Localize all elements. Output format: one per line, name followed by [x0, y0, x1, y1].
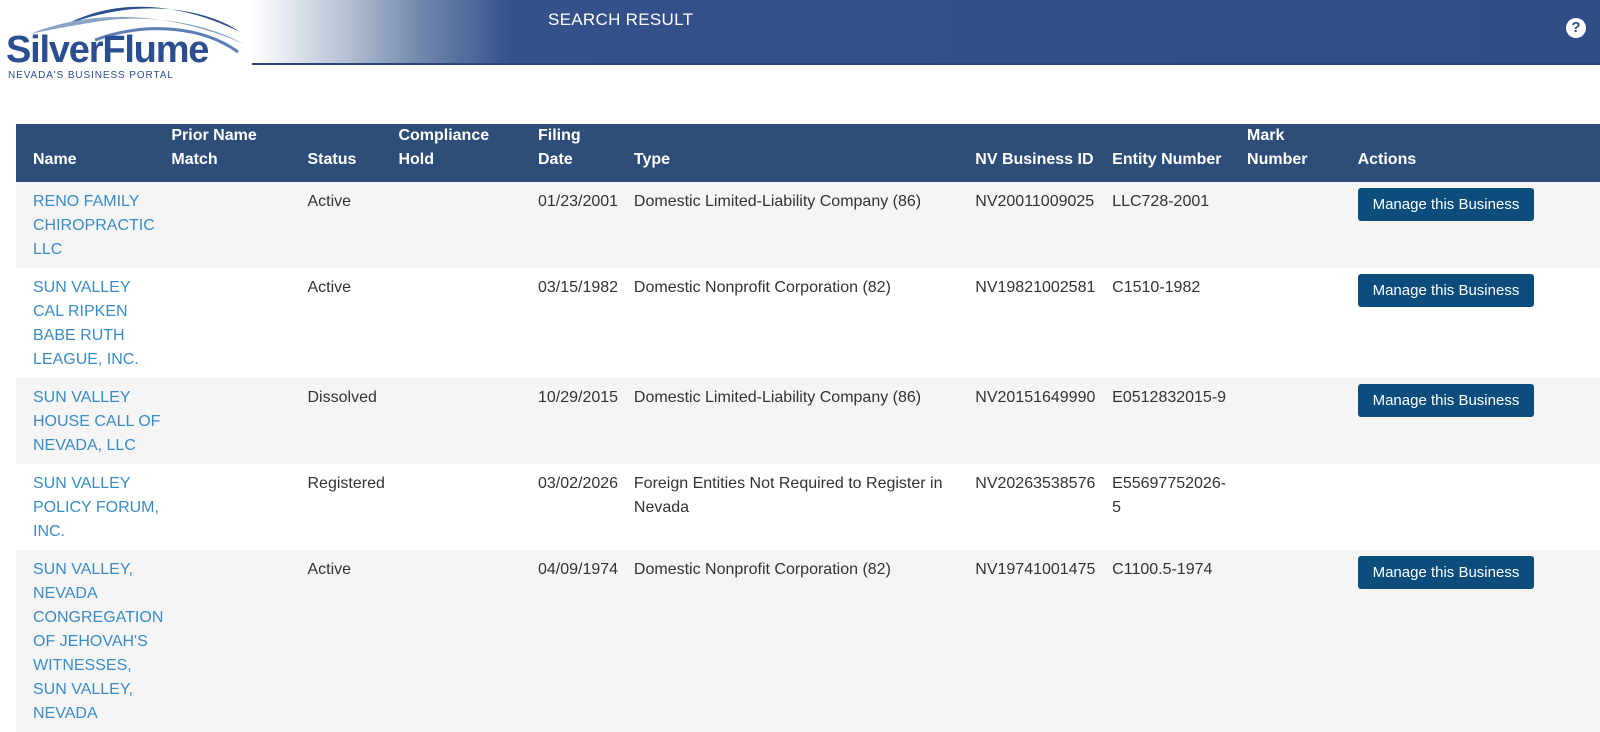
entity-number-cell: E0512832015-9 — [1108, 378, 1244, 464]
entity-number-cell: C1100.5-1974 — [1108, 550, 1244, 732]
col-header-nv-business-id[interactable]: NV Business ID — [971, 124, 1109, 182]
table-row: SUN VALLEY HOUSE CALL OF NEVADA, LLC Dissol… — [16, 378, 1600, 464]
business-name-link[interactable]: RENO FAMILY CHIROPRACTIC LLC — [33, 193, 155, 258]
business-name-link[interactable]: SUN VALLEY, NEVADA CONGREGATION OF JEHOVAH'… — [33, 561, 163, 722]
manage-business-button[interactable]: Manage this Business — [1357, 188, 1535, 221]
business-name-link[interactable]: SUN VALLEY POLICY FORUM, INC. — [33, 475, 159, 540]
actions-cell: Manage this Business — [1353, 378, 1600, 464]
col-header-mark-number[interactable]: Mark Number — [1243, 124, 1354, 182]
table-row: SUN VALLEY, NEVADA CONGREGATION OF JEHOVAH'… — [16, 550, 1600, 732]
business-name-cell: RENO FAMILY CHIROPRACTIC LLC — [16, 182, 168, 268]
entity-number-cell: LLC728-2001 — [1108, 182, 1244, 268]
status-cell: Registered — [307, 475, 385, 492]
mark-number-cell — [1243, 464, 1354, 550]
type-cell: Domestic Nonprofit Corporation (82) — [633, 279, 891, 296]
business-name-link[interactable]: SUN VALLEY HOUSE CALL OF NEVADA, LLC — [33, 389, 160, 454]
actions-cell: Manage this Business — [1354, 268, 1600, 378]
prior-name-match-cell — [167, 464, 303, 550]
search-results-table: Name Prior Name Match Status Compliance Ho… — [16, 124, 1600, 732]
business-name-cell: SUN VALLEY HOUSE CALL OF NEVADA, LLC — [16, 378, 168, 464]
compliance-hold-cell — [394, 182, 534, 268]
manage-business-button[interactable]: Manage this Business — [1357, 274, 1535, 307]
compliance-hold-cell — [394, 464, 534, 550]
entity-number-cell: C1510-1982 — [1112, 279, 1201, 296]
mark-number-cell — [1243, 550, 1354, 732]
col-header-name[interactable]: Name — [16, 124, 168, 182]
nv-business-id-cell: NV20263538576 — [975, 475, 1096, 492]
filing-date-cell: 10/29/2015 — [534, 378, 630, 464]
filing-date-cell: 01/23/2001 — [534, 182, 630, 268]
filing-date-cell: 03/15/1982 — [538, 279, 619, 296]
mark-number-cell — [1243, 378, 1354, 464]
nv-business-id-cell: NV20151649990 — [971, 378, 1109, 464]
logo-name: SilverFlume — [6, 29, 209, 71]
compliance-hold-cell — [394, 378, 534, 464]
type-cell: Domestic Limited-Liability Company (86) — [629, 182, 972, 268]
actions-cell — [1354, 464, 1600, 550]
mark-number-cell — [1243, 268, 1354, 378]
status-cell: Active — [303, 550, 395, 732]
status-cell: Dissolved — [303, 378, 395, 464]
prior-name-match-cell — [167, 182, 304, 268]
logo-tagline: NEVADA'S BUSINESS PORTAL — [8, 70, 174, 81]
actions-cell: Manage this Business — [1353, 182, 1600, 268]
type-cell: Foreign Entities Not Required to Registe… — [633, 475, 943, 516]
business-name-cell: SUN VALLEY POLICY FORUM, INC. — [16, 464, 167, 550]
col-header-compliance-hold[interactable]: Compliance Hold — [394, 124, 534, 182]
col-header-prior-name-match[interactable]: Prior Name Match — [167, 124, 304, 182]
business-name-link[interactable]: SUN VALLEY CAL RIPKEN BABE RUTH LEAGUE, INC… — [33, 279, 139, 368]
type-cell: Domestic Limited-Liability Company (86) — [629, 378, 972, 464]
page-title: SEARCH RESULT — [548, 10, 694, 29]
status-cell: Active — [307, 279, 352, 296]
business-name-cell: SUN VALLEY, NEVADA CONGREGATION OF JEHOVAH'… — [16, 550, 168, 732]
nv-business-id-cell: NV20011009025 — [971, 182, 1109, 268]
compliance-hold-cell — [394, 550, 534, 732]
manage-business-button[interactable]: Manage this Business — [1357, 384, 1535, 417]
mark-number-cell — [1243, 182, 1354, 268]
nv-business-id-cell: NV19821002581 — [975, 279, 1096, 296]
prior-name-match-cell — [167, 550, 304, 732]
header-bar — [252, 0, 1600, 63]
nv-business-id-cell: NV19741001475 — [971, 550, 1109, 732]
table-row: SUN VALLEY CAL RIPKEN BABE RUTH LEAGUE, INC… — [16, 268, 1600, 378]
prior-name-match-cell — [167, 268, 303, 378]
filing-date-cell: 03/02/2026 — [538, 475, 619, 492]
col-header-entity-number[interactable]: Entity Number — [1108, 124, 1244, 182]
col-header-filing-date[interactable]: Filing Date — [534, 124, 630, 182]
silverflume-logo[interactable]: SilverFlume NEVADA'S BUSINESS PORTAL — [0, 0, 252, 82]
business-name-cell: SUN VALLEY CAL RIPKEN BABE RUTH LEAGUE, INC… — [16, 268, 167, 378]
filing-date-cell: 04/09/1974 — [534, 550, 630, 732]
col-header-type[interactable]: Type — [629, 124, 972, 182]
status-cell: Active — [303, 182, 395, 268]
table-row: RENO FAMILY CHIROPRACTIC LLC Active 01/23/20… — [16, 182, 1600, 268]
table-header-row: Name Prior Name Match Status Compliance Ho… — [16, 124, 1600, 182]
header-underline — [252, 63, 1600, 65]
entity-number-cell: E55697752026- 5 — [1112, 475, 1227, 516]
prior-name-match-cell — [167, 378, 304, 464]
question-circle-icon[interactable]: ? — [1566, 18, 1586, 38]
manage-business-button[interactable]: Manage this Business — [1357, 556, 1535, 589]
table-row: SUN VALLEY POLICY FORUM, INC. Registered 03/… — [16, 464, 1600, 550]
actions-cell: Manage this Business — [1353, 550, 1600, 732]
col-header-status[interactable]: Status — [303, 124, 395, 182]
col-header-actions: Actions — [1353, 124, 1600, 182]
compliance-hold-cell — [394, 268, 534, 378]
type-cell: Domestic Nonprofit Corporation (82) — [629, 550, 972, 732]
